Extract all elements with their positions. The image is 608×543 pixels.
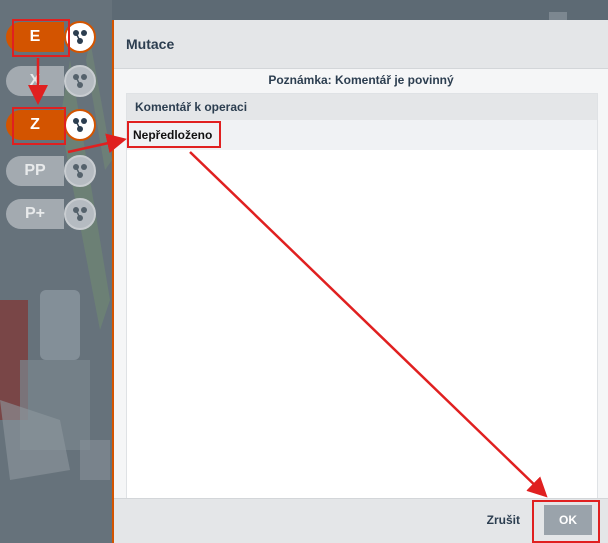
operation-row-z[interactable]: Z — [6, 109, 106, 141]
workflow-nodes-icon[interactable] — [64, 155, 96, 187]
ok-button[interactable]: OK — [544, 505, 592, 535]
dialog-title: Mutace — [126, 36, 175, 52]
comment-list-header: Komentář k operaci — [127, 94, 597, 120]
note-text: Poznámka: Komentář je povinný — [268, 73, 454, 87]
dialog-footer: Zrušit OK — [114, 498, 608, 543]
operation-row-pp[interactable]: PP — [6, 155, 106, 187]
workflow-nodes-icon[interactable] — [64, 198, 96, 230]
mutation-dialog: Mutace Poznámka: Komentář je povinný Kom… — [112, 20, 608, 543]
operation-code[interactable]: PP — [6, 156, 64, 186]
operation-code[interactable]: Z — [6, 110, 64, 140]
toolbar-fragment — [549, 12, 567, 20]
workflow-nodes-icon[interactable] — [64, 21, 96, 53]
operation-code[interactable]: P+ — [6, 199, 64, 229]
operation-code[interactable]: E — [6, 22, 64, 52]
dialog-header: Mutace — [114, 20, 608, 69]
operation-code[interactable]: X — [6, 66, 64, 96]
operation-row-e[interactable]: E — [6, 21, 106, 53]
workflow-nodes-icon[interactable] — [64, 65, 96, 97]
cancel-button[interactable]: Zrušit — [487, 513, 520, 527]
operation-row-x[interactable]: X — [6, 65, 106, 97]
workflow-nodes-icon[interactable] — [64, 109, 96, 141]
comment-option[interactable]: Nepředloženo — [127, 120, 597, 150]
operation-row-p-plus[interactable]: P+ — [6, 198, 106, 230]
comment-list: Komentář k operaci Nepředloženo — [126, 93, 598, 499]
